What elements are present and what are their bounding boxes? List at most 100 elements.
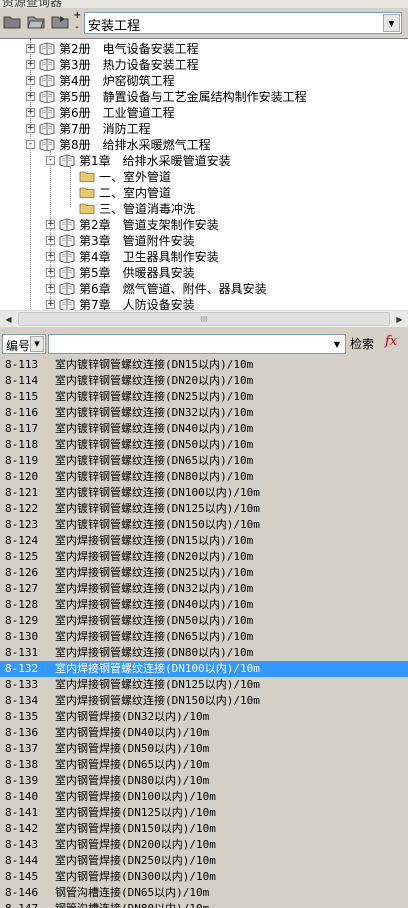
list-row[interactable]: 8-132 室内焊接钢管螺纹连接(DN100以内)/10m [0, 661, 408, 677]
scroll-left-icon[interactable]: ◀ [0, 311, 17, 327]
expand-icon[interactable]: + [46, 267, 55, 277]
tree-node[interactable]: + 第3章 管道附件安装 [46, 232, 195, 248]
tree-node[interactable]: + 第4章 卫生器具制作安装 [46, 248, 219, 264]
row-name: 室内钢管焊接(DN125以内)/10m [55, 806, 216, 819]
folder-icon[interactable] [26, 13, 46, 31]
list-row[interactable]: 8-142 室内钢管焊接(DN150以内)/10m [0, 821, 408, 837]
collapse-icon[interactable]: - [26, 139, 35, 149]
scroll-right-icon[interactable]: ▶ [391, 311, 408, 327]
search-button[interactable]: 检索 [350, 335, 374, 352]
collapse-icon[interactable]: - [46, 155, 55, 165]
chevron-down-icon[interactable]: ▼ [330, 336, 344, 352]
list-row[interactable]: 8-141 室内钢管焊接(DN125以内)/10m [0, 805, 408, 821]
list-row[interactable]: 8-143 室内钢管焊接(DN200以内)/10m [0, 837, 408, 853]
list-row[interactable]: 8-126 室内焊接钢管螺纹连接(DN25以内)/10m [0, 565, 408, 581]
tree-node[interactable]: - 第1章 给排水采暖管道安装 [46, 152, 231, 168]
function-fx-icon[interactable]: fx [385, 334, 397, 349]
quota-list[interactable]: 8-113 室内镀锌钢管螺纹连接(DN15以内)/10m 8-114 室内镀锌钢管螺纹… [0, 357, 408, 908]
tree-node[interactable]: - 第8册 给排水采暖燃气工程 [26, 136, 211, 152]
list-row[interactable]: 8-120 室内镀锌钢管螺纹连接(DN80以内)/10m [0, 469, 408, 485]
list-row[interactable]: 8-133 室内焊接钢管螺纹连接(DN125以内)/10m [0, 677, 408, 693]
list-row[interactable]: 8-138 室内钢管焊接(DN65以内)/10m [0, 757, 408, 773]
tree-node[interactable]: + 第2章 管道支架制作安装 [46, 216, 219, 232]
tree-node[interactable]: + 第4册 炉窑砌筑工程 [26, 72, 175, 88]
tree-node-label: 第6章 燃气管道、附件、器具安装 [79, 281, 267, 296]
chevron-down-icon[interactable]: ▼ [383, 14, 400, 32]
book-icon [59, 249, 75, 263]
expand-icon[interactable]: + [46, 251, 55, 261]
expand-icon[interactable]: + [46, 283, 55, 293]
expand-icon[interactable]: + [46, 235, 55, 245]
expand-icon[interactable]: + [26, 107, 35, 117]
list-row[interactable]: 8-113 室内镀锌钢管螺纹连接(DN15以内)/10m [0, 357, 408, 373]
list-row[interactable]: 8-124 室内焊接钢管螺纹连接(DN15以内)/10m [0, 533, 408, 549]
library-select-value: 安装工程 [88, 19, 141, 34]
expand-icon[interactable]: + [26, 59, 35, 69]
expand-icon[interactable]: + [46, 219, 55, 229]
expand-icon[interactable]: + [26, 123, 35, 133]
tree-node[interactable]: + 第5册 静置设备与工艺金属结构制作安装工程 [26, 88, 307, 104]
list-row[interactable]: 8-114 室内镀锌钢管螺纹连接(DN20以内)/10m [0, 373, 408, 389]
expand-icon[interactable]: + [26, 91, 35, 101]
row-code: 8-138 [5, 758, 39, 771]
tree-node[interactable]: + 第2册 电气设备安装工程 [26, 40, 199, 56]
list-row[interactable]: 8-125 室内焊接钢管螺纹连接(DN20以内)/10m [0, 549, 408, 565]
expand-icon[interactable]: + [26, 43, 35, 53]
list-row[interactable]: 8-129 室内焊接钢管螺纹连接(DN50以内)/10m [0, 613, 408, 629]
list-row[interactable]: 8-144 室内钢管焊接(DN250以内)/10m [0, 853, 408, 869]
row-code: 8-118 [5, 438, 39, 451]
list-row[interactable]: 8-130 室内焊接钢管螺纹连接(DN65以内)/10m [0, 629, 408, 645]
collapse-all-icon[interactable]: - [73, 23, 81, 33]
tree-node[interactable]: 二、室内管道 [66, 184, 171, 200]
list-row[interactable]: 8-119 室内镀锌钢管螺纹连接(DN65以内)/10m [0, 453, 408, 469]
list-row[interactable]: 8-146 钢管沟槽连接(DN65以内)/10m [0, 885, 408, 901]
list-row[interactable]: 8-140 室内钢管焊接(DN100以内)/10m [0, 789, 408, 805]
row-name: 室内镀锌钢管螺纹连接(DN100以内)/10m [55, 486, 260, 499]
tree-node[interactable]: 三、管道消毒冲洗 [66, 200, 195, 216]
row-code: 8-140 [5, 790, 39, 803]
tree-node[interactable]: + 第5章 供暖器具安装 [46, 264, 195, 280]
library-select[interactable]: 安装工程 ▼ [84, 12, 402, 34]
open-folder-icon[interactable] [2, 13, 22, 31]
tree-node[interactable]: + 第3册 热力设备安装工程 [26, 56, 199, 72]
list-row[interactable]: 8-115 室内镀锌钢管螺纹连接(DN25以内)/10m [0, 389, 408, 405]
search-input[interactable]: ▼ [48, 334, 346, 354]
folder-export-icon[interactable] [50, 13, 70, 31]
catalog-tree[interactable]: + 第2册 电气设备安装工程 + 第3册 热力设备安装工程 + 第4册 炉窑砌筑工程 + 第5… [0, 38, 408, 310]
list-row[interactable]: 8-116 室内镀锌钢管螺纹连接(DN32以内)/10m [0, 405, 408, 421]
tree-node[interactable]: + 第6册 工业管道工程 [26, 104, 175, 120]
list-row[interactable]: 8-123 室内镀锌钢管螺纹连接(DN150以内)/10m [0, 517, 408, 533]
chevron-down-icon[interactable]: ▼ [30, 336, 44, 352]
row-name: 室内钢管焊接(DN40以内)/10m [55, 726, 210, 739]
list-row[interactable]: 8-135 室内钢管焊接(DN32以内)/10m [0, 709, 408, 725]
list-row[interactable]: 8-121 室内镀锌钢管螺纹连接(DN100以内)/10m [0, 485, 408, 501]
tree-node[interactable]: 一、室外管道 [66, 168, 171, 184]
search-field-select[interactable]: 编号 ▼ [2, 334, 46, 354]
tree-node[interactable]: + 第6章 燃气管道、附件、器具安装 [46, 280, 267, 296]
list-row[interactable]: 8-136 室内钢管焊接(DN40以内)/10m [0, 725, 408, 741]
scrollbar-thumb[interactable]: III [18, 312, 390, 326]
row-code: 8-131 [5, 646, 39, 659]
list-row[interactable]: 8-134 室内焊接钢管螺纹连接(DN150以内)/10m [0, 693, 408, 709]
list-row[interactable]: 8-128 室内焊接钢管螺纹连接(DN40以内)/10m [0, 597, 408, 613]
row-name: 室内镀锌钢管螺纹连接(DN25以内)/10m [55, 390, 254, 403]
list-row[interactable]: 8-118 室内镀锌钢管螺纹连接(DN50以内)/10m [0, 437, 408, 453]
list-row[interactable]: 8-127 室内焊接钢管螺纹连接(DN32以内)/10m [0, 581, 408, 597]
list-row[interactable]: 8-145 室内钢管焊接(DN300以内)/10m [0, 869, 408, 885]
row-name: 室内钢管焊接(DN100以内)/10m [55, 790, 216, 803]
tree-node-label: 三、管道消毒冲洗 [99, 201, 196, 216]
expand-icon[interactable]: + [26, 75, 35, 85]
list-row[interactable]: 8-122 室内镀锌钢管螺纹连接(DN125以内)/10m [0, 501, 408, 517]
folder-icon [79, 201, 95, 215]
expand-all-icon[interactable]: + [73, 11, 81, 21]
list-row[interactable]: 8-137 室内钢管焊接(DN50以内)/10m [0, 741, 408, 757]
expand-icon[interactable]: + [46, 299, 55, 309]
list-row[interactable]: 8-117 室内镀锌钢管螺纹连接(DN40以内)/10m [0, 421, 408, 437]
expand-collapse-toggle[interactable]: + - [73, 11, 81, 33]
list-row[interactable]: 8-131 室内焊接钢管螺纹连接(DN80以内)/10m [0, 645, 408, 661]
tree-node[interactable]: + 第7章 人防设备安装 [46, 296, 195, 310]
list-row[interactable]: 8-147 钢管沟槽连接(DN80以内)/10m [0, 901, 408, 908]
tree-node[interactable]: + 第7册 消防工程 [26, 120, 151, 136]
tree-horizontal-scrollbar[interactable]: ◀ III ▶ [0, 310, 408, 327]
list-row[interactable]: 8-139 室内钢管焊接(DN80以内)/10m [0, 773, 408, 789]
